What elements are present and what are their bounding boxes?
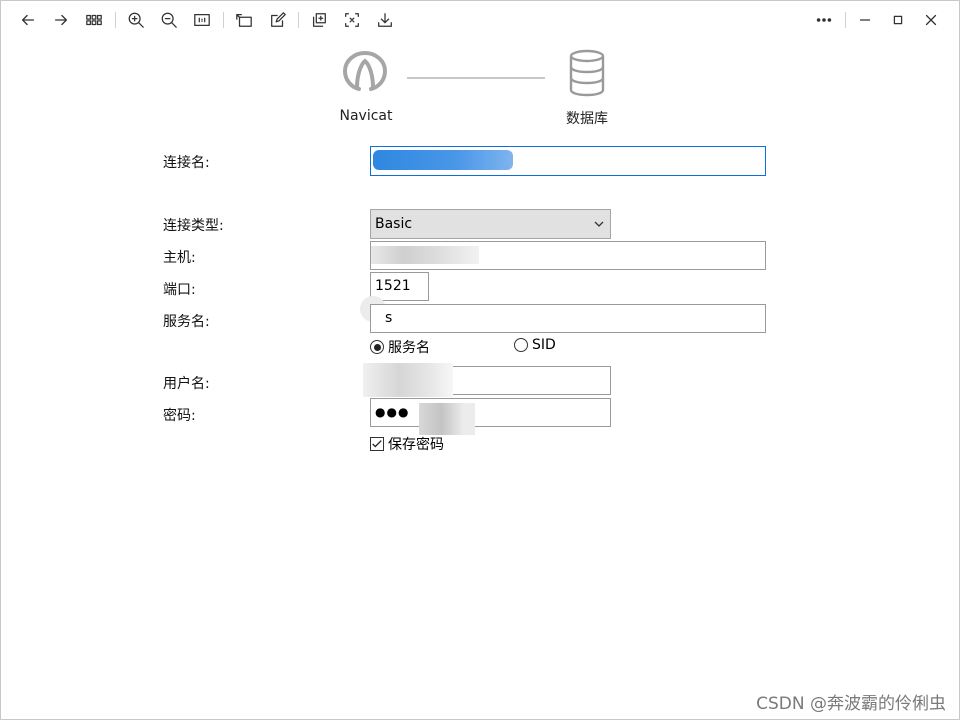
back-icon[interactable] [18,10,38,30]
toolbar-divider [298,12,299,28]
rotate-icon[interactable] [234,10,254,30]
database-icon [567,48,607,98]
navicat-logo-icon [339,47,391,99]
password-label: 密码: [163,408,196,424]
zoom-out-icon[interactable] [159,10,179,30]
redacted-text [371,246,479,264]
service-label: 服务名: [163,314,210,330]
password-dots: ●●● [375,405,410,419]
radio-sid-label: SID [532,337,556,353]
redacted-text [419,403,475,435]
grid-icon[interactable] [84,10,104,30]
conn-name-label: 连接名: [163,155,210,171]
toolbar-divider [845,12,846,28]
toolbar-divider [115,12,116,28]
toolbar [0,0,960,40]
checkbox-checked-icon [370,437,384,451]
window-frame [0,0,960,720]
host-label: 主机: [163,250,196,266]
redacted-text [363,363,453,397]
radio-unchecked-icon [514,338,528,352]
more-icon[interactable] [814,10,834,30]
copy-icon[interactable] [309,10,329,30]
conn-type-value: Basic [375,216,413,232]
conn-type-select[interactable]: Basic [370,209,611,239]
service-input[interactable]: s [370,304,766,333]
close-icon[interactable] [921,10,941,30]
host-input[interactable] [370,241,766,270]
forward-icon[interactable] [51,10,71,30]
user-label: 用户名: [163,376,210,392]
crop-icon[interactable] [342,10,362,30]
download-icon[interactable] [375,10,395,30]
save-password-checkbox[interactable]: 保存密码 [370,434,444,454]
radio-sid[interactable]: SID [514,337,556,353]
database-label: 数据库 [566,111,608,127]
minimize-icon[interactable] [855,10,875,30]
port-label: 端口: [163,282,196,298]
chevron-down-icon [594,221,604,227]
zoom-in-icon[interactable] [126,10,146,30]
save-password-label: 保存密码 [388,437,444,453]
password-input[interactable]: ●●● [370,398,611,435]
radio-service-name[interactable]: 服务名 [370,337,430,357]
fit-icon[interactable] [192,10,212,30]
user-input[interactable] [363,363,611,397]
edit-icon[interactable] [268,10,288,30]
watermark: CSDN @奔波霸的伶俐虫 [756,694,946,714]
maximize-icon[interactable] [888,10,908,30]
radio-service-label: 服务名 [388,340,430,356]
conn-type-label: 连接类型: [163,218,224,234]
conn-name-input[interactable] [370,146,766,176]
selected-text [373,150,513,170]
radio-checked-icon [370,340,384,354]
navicat-label: Navicat [339,108,393,124]
step-connector [407,77,545,79]
toolbar-divider [223,12,224,28]
